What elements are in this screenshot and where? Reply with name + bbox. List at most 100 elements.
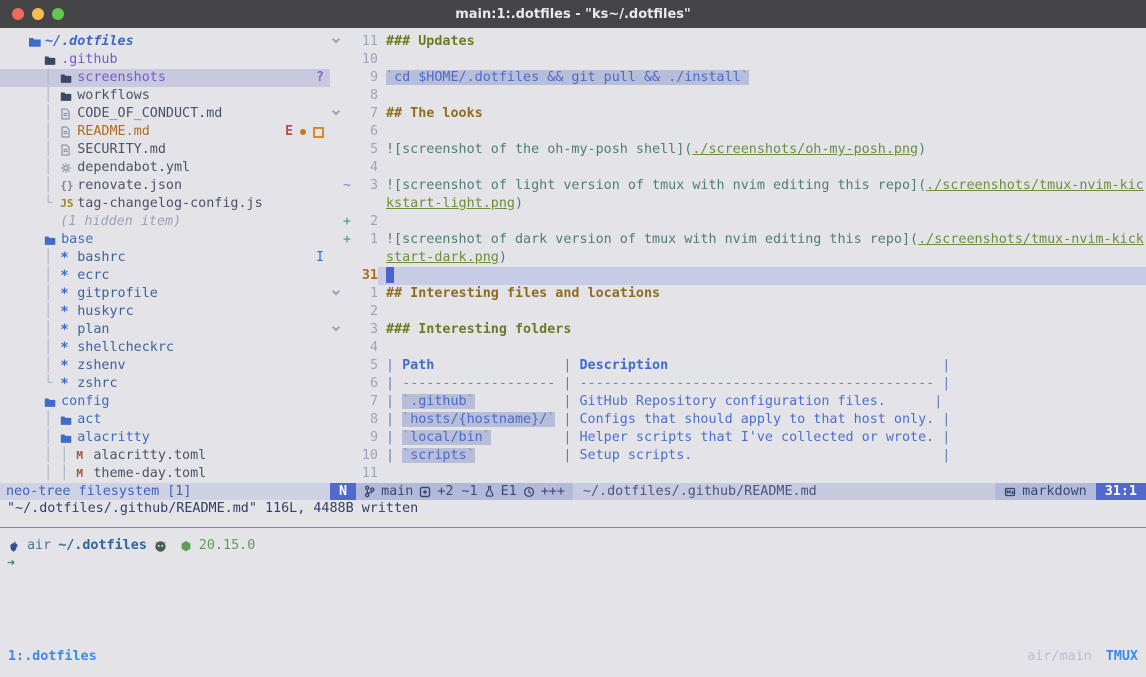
line-text[interactable]: | `.github` | GitHub Repository configur…	[378, 393, 1146, 411]
editor-line-8[interactable]: 8| `hosts/{hostname}/` | Configs that sh…	[330, 411, 1146, 429]
minimize-button[interactable]	[32, 8, 44, 20]
editor-line-7[interactable]: 7## The looks	[330, 105, 1146, 123]
editor-line-3[interactable]: ~3![screenshot of light version of tmux …	[330, 177, 1146, 195]
editor-wrapped-line[interactable]: kstart-light.png)	[330, 195, 1146, 213]
editor-line-2[interactable]: +2	[330, 213, 1146, 231]
tree-item-huskyrc[interactable]: │ *huskyrc	[0, 303, 330, 321]
tmux-window-label[interactable]: 1:.dotfiles	[8, 648, 97, 666]
line-text[interactable]: `cd $HOME/.dotfiles && git pull && ./ins…	[378, 69, 1146, 87]
fold-chevron-icon[interactable]	[330, 105, 342, 123]
tree-item-theme-day.toml[interactable]: │ │ Mtheme-day.toml	[0, 465, 330, 483]
line-text[interactable]: start-dark.png)	[378, 249, 1146, 267]
doc-icon	[60, 126, 77, 138]
line-text[interactable]	[378, 87, 1146, 105]
line-text[interactable]: ### Interesting folders	[378, 321, 1146, 339]
prompt-input-line[interactable]: ➜	[0, 555, 1146, 573]
tree-item-readme.md[interactable]: │ README.mdE	[0, 123, 330, 141]
editor-line-4[interactable]: 4	[330, 159, 1146, 177]
tree-item-label: renovate.json	[77, 177, 182, 195]
pane-border[interactable]	[0, 527, 1146, 528]
git-sign-add: +	[342, 213, 352, 231]
segment-pipe: |	[942, 358, 950, 373]
line-text[interactable]	[378, 123, 1146, 141]
tree-item-act[interactable]: │ act	[0, 411, 330, 429]
editor-line-6[interactable]: 6	[330, 123, 1146, 141]
editor-line-9[interactable]: 9`cd $HOME/.dotfiles && git pull && ./in…	[330, 69, 1146, 87]
editor-line-7[interactable]: 7| `.github` | GitHub Repository configu…	[330, 393, 1146, 411]
editor-pane[interactable]: 11### Updates109`cd $HOME/.dotfiles && g…	[330, 28, 1146, 483]
line-text[interactable]: ![screenshot of dark version of tmux wit…	[378, 231, 1146, 249]
line-text[interactable]: ### Updates	[378, 33, 1146, 51]
editor-line-5[interactable]: 5| Path | Description |	[330, 357, 1146, 375]
editor-line-6[interactable]: 6| ------------------- | ---------------…	[330, 375, 1146, 393]
line-text[interactable]: | `hosts/{hostname}/` | Configs that sho…	[378, 411, 1146, 429]
editor-line-10[interactable]: 10	[330, 51, 1146, 69]
folder-open-icon	[28, 36, 45, 48]
tree-item-ecrc[interactable]: │ *ecrc	[0, 267, 330, 285]
window-controls	[12, 8, 64, 20]
fold-chevron-icon[interactable]	[330, 321, 342, 339]
tree-item-dependabot.yml[interactable]: │ dependabot.yml	[0, 159, 330, 177]
editor-line-5[interactable]: 5![screenshot of the oh-my-posh shell](.…	[330, 141, 1146, 159]
tree-item-config[interactable]: config	[0, 393, 330, 411]
segment-sp	[886, 394, 934, 409]
editor-line-9[interactable]: 9| `local/bin` | Helper scripts that I'v…	[330, 429, 1146, 447]
line-text[interactable]: ## Interesting files and locations	[378, 285, 1146, 303]
editor-line-1[interactable]: 1## Interesting files and locations	[330, 285, 1146, 303]
tree-item-screenshots[interactable]: │ screenshots?	[0, 69, 330, 87]
editor-line-11[interactable]: 11	[330, 465, 1146, 483]
line-text[interactable]	[378, 465, 1146, 483]
line-text[interactable]: ## The looks	[378, 105, 1146, 123]
editor-line-3[interactable]: 3### Interesting folders	[330, 321, 1146, 339]
line-text[interactable]	[378, 267, 1146, 285]
editor-line-11[interactable]: 11### Updates	[330, 33, 1146, 51]
tree-item-workflows[interactable]: │ workflows	[0, 87, 330, 105]
tree-item-zshenv[interactable]: │ *zshenv	[0, 357, 330, 375]
neo-tree-pane[interactable]: ~/.dotfiles .github │ screenshots? │ wor…	[0, 28, 330, 483]
line-text[interactable]	[378, 159, 1146, 177]
close-button[interactable]	[12, 8, 24, 20]
segment-sp	[491, 430, 564, 445]
line-text[interactable]: ![screenshot of the oh-my-posh shell](./…	[378, 141, 1146, 159]
editor-line-4[interactable]: 4	[330, 339, 1146, 357]
tree-item-alacritty.toml[interactable]: │ │ Malacritty.toml	[0, 447, 330, 465]
line-text[interactable]: | ------------------- | ----------------…	[378, 375, 1146, 393]
tree-item-zshrc[interactable]: └ *zshrc	[0, 375, 330, 393]
sign-column	[342, 87, 352, 105]
segment-code: .github	[410, 394, 466, 409]
tree-item-bashrc[interactable]: │ *bashrcI	[0, 249, 330, 267]
tree-item-alacritty[interactable]: │ alacritty	[0, 429, 330, 447]
segment-tick: `	[402, 448, 410, 463]
line-text[interactable]	[378, 213, 1146, 231]
indent-guide: │	[28, 303, 60, 321]
tree-item-code-of-conduct.md[interactable]: │ CODE_OF_CONDUCT.md	[0, 105, 330, 123]
indent-guide	[28, 393, 44, 411]
tree-item-plan[interactable]: │ *plan	[0, 321, 330, 339]
line-text[interactable]	[378, 51, 1146, 69]
editor-line-31[interactable]: 31	[330, 267, 1146, 285]
line-text[interactable]	[378, 303, 1146, 321]
line-text[interactable]: | `local/bin` | Helper scripts that I've…	[378, 429, 1146, 447]
line-text[interactable]: ![screenshot of light version of tmux wi…	[378, 177, 1146, 195]
line-text[interactable]: | Path | Description |	[378, 357, 1146, 375]
editor-line-1[interactable]: +1![screenshot of dark version of tmux w…	[330, 231, 1146, 249]
editor-line-2[interactable]: 2	[330, 303, 1146, 321]
tree-item--.dotfiles[interactable]: ~/.dotfiles	[0, 33, 330, 51]
editor-wrapped-line[interactable]: start-dark.png)	[330, 249, 1146, 267]
tree-item-security.md[interactable]: │ SECURITY.md	[0, 141, 330, 159]
line-text[interactable]	[378, 339, 1146, 357]
zoom-button[interactable]	[52, 8, 64, 20]
line-text[interactable]: | `scripts` | Setup scripts. |	[378, 447, 1146, 465]
editor-line-10[interactable]: 10| `scripts` | Setup scripts. |	[330, 447, 1146, 465]
line-text[interactable]: kstart-light.png)	[378, 195, 1146, 213]
fold-chevron-icon[interactable]	[330, 33, 342, 51]
fold-chevron-icon[interactable]	[330, 285, 342, 303]
tree-item-shellcheckrc[interactable]: │ *shellcheckrc	[0, 339, 330, 357]
tree-item-.github[interactable]: .github	[0, 51, 330, 69]
tree-item--1-hidden-item-[interactable]: (1 hidden item)	[0, 213, 330, 231]
tree-item-base[interactable]: base	[0, 231, 330, 249]
editor-line-8[interactable]: 8	[330, 87, 1146, 105]
tree-item-tag-changelog-config.js[interactable]: └ JStag-changelog-config.js	[0, 195, 330, 213]
tree-item-renovate.json[interactable]: │ {}renovate.json	[0, 177, 330, 195]
tree-item-gitprofile[interactable]: │ *gitprofile	[0, 285, 330, 303]
